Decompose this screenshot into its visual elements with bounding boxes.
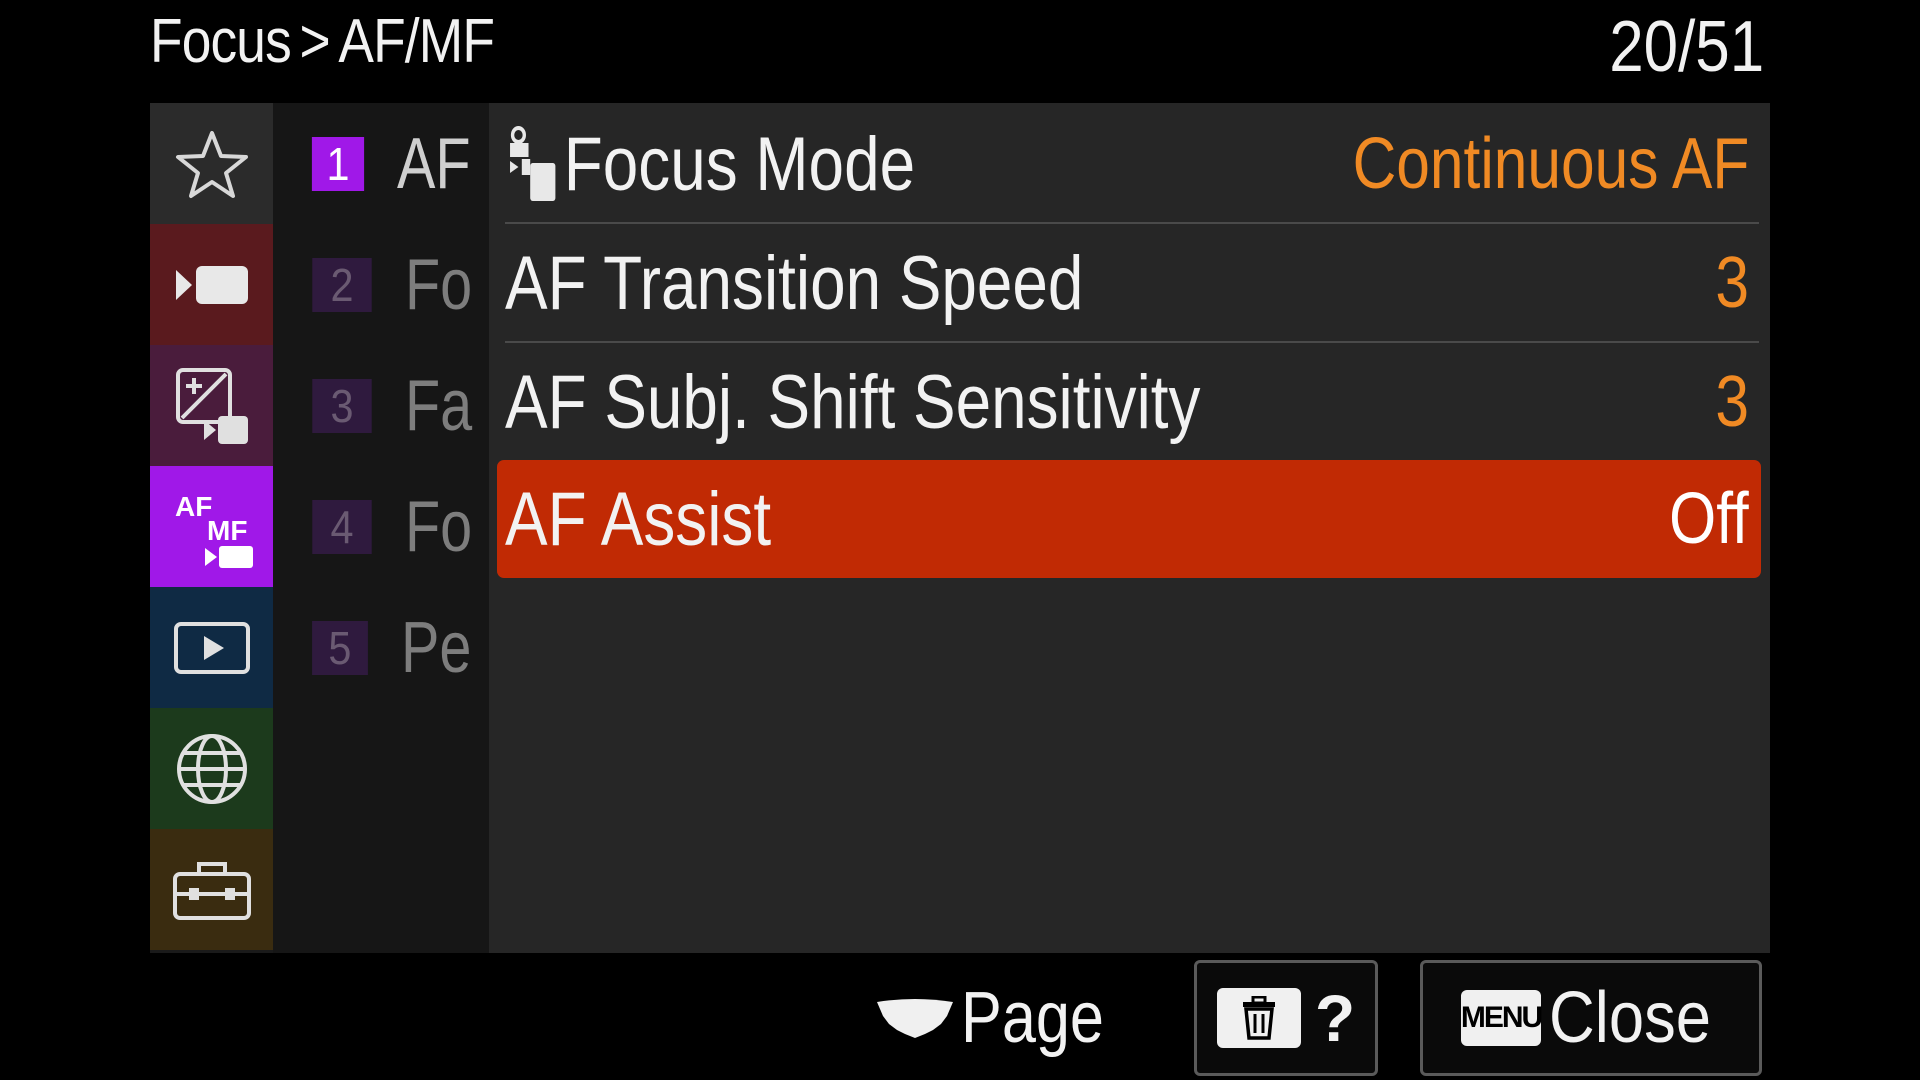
submenu-label: AF [396, 123, 471, 204]
page-label: Page [961, 978, 1104, 1058]
breadcrumb: Focus > AF/MF [150, 6, 495, 77]
breadcrumb-item-af-mf: AF/MF [338, 7, 495, 76]
setting-value: 3 [1715, 243, 1749, 323]
setting-label: AF Assist [505, 476, 772, 562]
setting-label: AF Subj. Shift Sensitivity [505, 359, 1201, 445]
setting-row-af-subj-shift-sensitivity[interactable]: AF Subj. Shift Sensitivity 3 [505, 343, 1759, 461]
close-button[interactable]: MENU Close [1420, 960, 1762, 1076]
af-mf-icon: AFMF [175, 491, 253, 568]
page-hint: Page [875, 968, 1129, 1068]
close-label: Close [1549, 978, 1711, 1058]
submenu-number: 1 [311, 136, 365, 191]
help-label: ? [1314, 981, 1356, 1055]
toolbox-icon [172, 861, 251, 920]
category-exposure-color[interactable] [150, 345, 273, 466]
submenu-item-1[interactable]: 1 AF [309, 103, 489, 224]
menu-key-icon: MENU [1461, 990, 1543, 1046]
photo-movie-icon [510, 126, 556, 201]
submenu-label: Fo [404, 486, 473, 567]
category-network[interactable] [150, 708, 273, 829]
dial-icon [877, 999, 953, 1038]
settings-list: Focus Mode Continuous AF AF Transition S… [489, 103, 1770, 953]
submenu-item-5[interactable]: 5 Pe [309, 587, 489, 708]
setting-row-focus-mode[interactable]: Focus Mode Continuous AF [505, 105, 1759, 224]
category-sidebar: AF MF [150, 103, 273, 953]
submenu-number: 2 [312, 257, 372, 312]
submenu-item-4[interactable]: 4 Fo [309, 466, 489, 587]
delete-help-button[interactable]: ? [1194, 960, 1378, 1076]
category-playback[interactable] [150, 587, 273, 708]
star-icon [175, 130, 248, 198]
menu-panel: AF MF 1 AF 2 Fo 3 Fa 4 Fo 5 Pe Focus Mod… [150, 103, 1770, 953]
submenu-number: 5 [312, 620, 368, 675]
breadcrumb-item-focus: Focus [150, 7, 292, 76]
camera-movie-icon [175, 265, 248, 304]
exposure-comp-icon [175, 367, 248, 444]
category-favorites[interactable] [150, 103, 273, 224]
category-shooting[interactable] [150, 224, 273, 345]
setting-value: 3 [1715, 362, 1749, 442]
submenu-label: Fa [404, 365, 473, 446]
play-icon [173, 621, 250, 674]
submenu-item-3[interactable]: 3 Fa [309, 345, 489, 466]
setting-value: Off [1669, 479, 1749, 559]
submenu-label: Fo [404, 244, 473, 325]
header: Focus > AF/MF 20/51 [150, 0, 1764, 100]
setting-row-af-assist[interactable]: AF Assist Off [497, 460, 1761, 578]
globe-icon [176, 733, 247, 804]
submenu-number: 3 [312, 378, 372, 433]
svg-text:MF: MF [207, 515, 247, 546]
setting-label: AF Transition Speed [505, 240, 1084, 326]
breadcrumb-separator: > [299, 7, 331, 76]
submenu-item-2[interactable]: 2 Fo [309, 224, 489, 345]
setting-value: Continuous AF [1352, 124, 1749, 204]
submenu-label: Pe [400, 607, 472, 688]
category-af-mf[interactable]: AF MF [150, 466, 273, 587]
setting-label: Focus Mode [563, 121, 916, 207]
page-counter: 20/51 [1609, 7, 1764, 87]
setting-name: Focus Mode [505, 121, 915, 208]
submenu-pages: 1 AF 2 Fo 3 Fa 4 Fo 5 Pe [273, 103, 489, 953]
submenu-number: 4 [312, 499, 372, 554]
setting-row-af-transition-speed[interactable]: AF Transition Speed 3 [505, 224, 1759, 343]
trash-icon [1216, 988, 1301, 1048]
category-setup[interactable] [150, 829, 273, 950]
